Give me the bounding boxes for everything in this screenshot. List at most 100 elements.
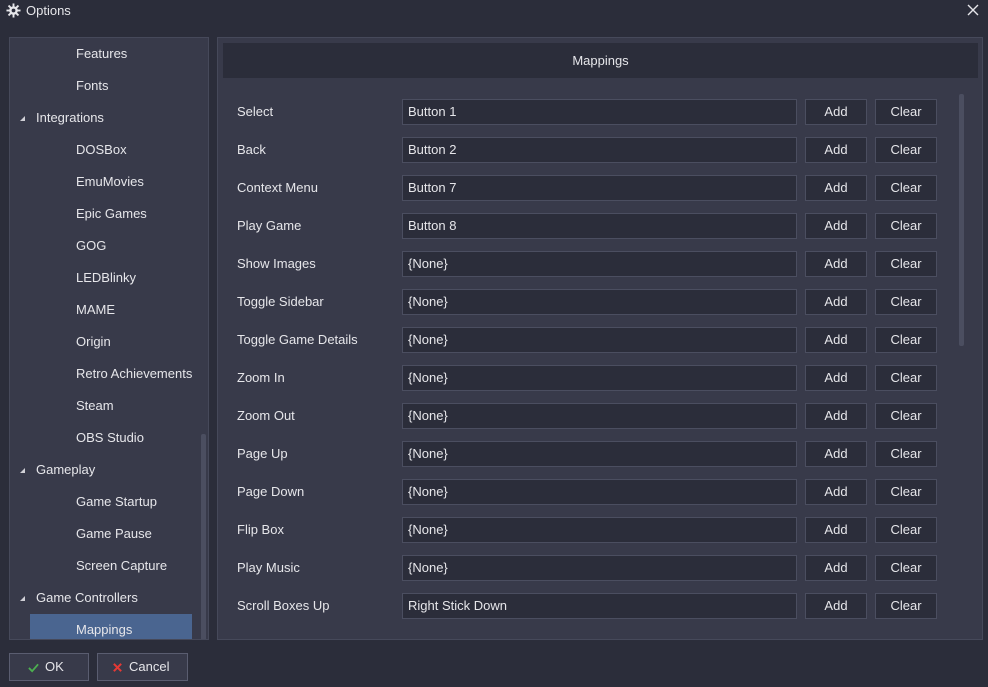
ok-button[interactable]: OK — [9, 653, 89, 681]
clear-button[interactable]: Clear — [875, 213, 937, 239]
add-button[interactable]: Add — [805, 213, 867, 239]
expand-arrow-icon[interactable] — [19, 115, 26, 122]
cancel-label: Cancel — [129, 659, 170, 674]
mapping-value-field[interactable]: {None} — [402, 441, 797, 467]
sidebar-item-label: Mappings — [76, 622, 133, 637]
clear-button[interactable]: Clear — [875, 517, 937, 543]
mapping-value-field[interactable]: Button 8 — [402, 213, 797, 239]
mapping-value-field[interactable]: {None} — [402, 251, 797, 277]
clear-button[interactable]: Clear — [875, 441, 937, 467]
sidebar-item-label: DOSBox — [76, 142, 127, 157]
sidebar-item-origin[interactable]: Origin — [10, 326, 193, 358]
sidebar-item-label: MAME — [76, 302, 115, 317]
sidebar-item-integrations[interactable]: Integrations — [10, 102, 193, 134]
sidebar-item-game-startup[interactable]: Game Startup — [10, 486, 193, 518]
clear-button[interactable]: Clear — [875, 327, 937, 353]
mapping-value-field[interactable]: {None} — [402, 517, 797, 543]
add-button[interactable]: Add — [805, 517, 867, 543]
sidebar-item-label: Fonts — [76, 78, 109, 93]
sidebar-item-obs-studio[interactable]: OBS Studio — [10, 422, 193, 454]
clear-button[interactable]: Clear — [875, 593, 937, 619]
add-button[interactable]: Add — [805, 289, 867, 315]
mapping-value-field[interactable]: {None} — [402, 289, 797, 315]
mapping-value-field[interactable]: {None} — [402, 555, 797, 581]
sidebar-item-label: Game Controllers — [36, 590, 138, 605]
mapping-action-label: Context Menu — [237, 180, 318, 195]
add-button[interactable]: Add — [805, 555, 867, 581]
sidebar-item-steam[interactable]: Steam — [10, 390, 193, 422]
sidebar-item-game-controllers[interactable]: Game Controllers — [10, 582, 193, 614]
sidebar-item-fonts[interactable]: Fonts — [10, 70, 193, 102]
sidebar-scrollbar[interactable] — [201, 434, 206, 639]
clear-button[interactable]: Clear — [875, 289, 937, 315]
mapping-action-label: Flip Box — [237, 522, 284, 537]
clear-button[interactable]: Clear — [875, 137, 937, 163]
sidebar-item-label: EmuMovies — [76, 174, 144, 189]
sidebar-item-dosbox[interactable]: DOSBox — [10, 134, 193, 166]
mapping-value-field[interactable]: {None} — [402, 403, 797, 429]
sidebar-item-label: GOG — [76, 238, 107, 253]
sidebar-item-label: Retro Achievements — [76, 366, 193, 381]
add-button[interactable]: Add — [805, 137, 867, 163]
window-title: Options — [26, 3, 71, 18]
mapping-action-label: Show Images — [237, 256, 316, 271]
mapping-value-field[interactable]: Button 2 — [402, 137, 797, 163]
sidebar-item-label: Gameplay — [36, 462, 96, 477]
mapping-action-label: Zoom Out — [237, 408, 295, 423]
add-button[interactable]: Add — [805, 327, 867, 353]
mapping-value-field[interactable]: Button 7 — [402, 175, 797, 201]
sidebar-item-screen-capture[interactable]: Screen Capture — [10, 550, 193, 582]
mappings-scrollbar[interactable] — [959, 94, 964, 346]
clear-button[interactable]: Clear — [875, 251, 937, 277]
sidebar-item-retro-achievements[interactable]: Retro Achievements — [10, 358, 193, 390]
sidebar-item-epic-games[interactable]: Epic Games — [10, 198, 193, 230]
sidebar-item-game-pause[interactable]: Game Pause — [10, 518, 193, 550]
sidebar-item-label: Features — [76, 46, 128, 61]
sidebar-item-gameplay[interactable]: Gameplay — [10, 454, 193, 486]
close-icon[interactable] — [966, 3, 980, 17]
add-button[interactable]: Add — [805, 99, 867, 125]
sidebar-item-mappings[interactable]: Mappings — [30, 614, 192, 639]
sidebar-item-gog[interactable]: GOG — [10, 230, 193, 262]
mapping-action-label: Zoom In — [237, 370, 285, 385]
sidebar-item-ledblinky[interactable]: LEDBlinky — [10, 262, 193, 294]
clear-button[interactable]: Clear — [875, 403, 937, 429]
expand-arrow-icon[interactable] — [19, 595, 26, 602]
add-button[interactable]: Add — [805, 365, 867, 391]
add-button[interactable]: Add — [805, 441, 867, 467]
sidebar-item-features[interactable]: Features — [10, 38, 193, 70]
mapping-action-label: Select — [237, 104, 274, 119]
clear-button[interactable]: Clear — [875, 99, 937, 125]
mapping-action-label: Toggle Sidebar — [237, 294, 324, 309]
sidebar-item-label: Origin — [76, 334, 111, 349]
sidebar-item-label: Integrations — [36, 110, 104, 125]
cancel-button[interactable]: Cancel — [97, 653, 188, 681]
mappings-panel: Mappings Select Button 1 Add Clear Back Butto… — [217, 37, 983, 640]
clear-button[interactable]: Clear — [875, 555, 937, 581]
mapping-value-field[interactable]: Right Stick Down — [402, 593, 797, 619]
clear-button[interactable]: Clear — [875, 175, 937, 201]
add-button[interactable]: Add — [805, 479, 867, 505]
mapping-value-field[interactable]: Button 1 — [402, 99, 797, 125]
clear-button[interactable]: Clear — [875, 479, 937, 505]
mapping-row: Context Menu Button 7 Add Clear — [218, 175, 958, 201]
sidebar-item-label: Game Pause — [76, 526, 152, 541]
mapping-value-field[interactable]: {None} — [402, 365, 797, 391]
mapping-action-label: Back — [237, 142, 266, 157]
mapping-row: Show Images {None} Add Clear — [218, 251, 958, 277]
expand-arrow-icon[interactable] — [19, 467, 26, 474]
sidebar-item-emumovies[interactable]: EmuMovies — [10, 166, 193, 198]
sidebar-item-label: Steam — [76, 398, 114, 413]
add-button[interactable]: Add — [805, 175, 867, 201]
options-sidebar: Features Fonts Integrations DOSBox EmuMovies… — [9, 37, 209, 640]
add-button[interactable]: Add — [805, 403, 867, 429]
clear-button[interactable]: Clear — [875, 365, 937, 391]
mapping-row: Flip Box {None} Add Clear — [218, 517, 958, 543]
sidebar-item-mame[interactable]: MAME — [10, 294, 193, 326]
add-button[interactable]: Add — [805, 593, 867, 619]
mapping-value-field[interactable]: {None} — [402, 479, 797, 505]
sidebar-item-label: Screen Capture — [76, 558, 168, 573]
mapping-value-field[interactable]: {None} — [402, 327, 797, 353]
ok-label: OK — [45, 659, 64, 674]
add-button[interactable]: Add — [805, 251, 867, 277]
